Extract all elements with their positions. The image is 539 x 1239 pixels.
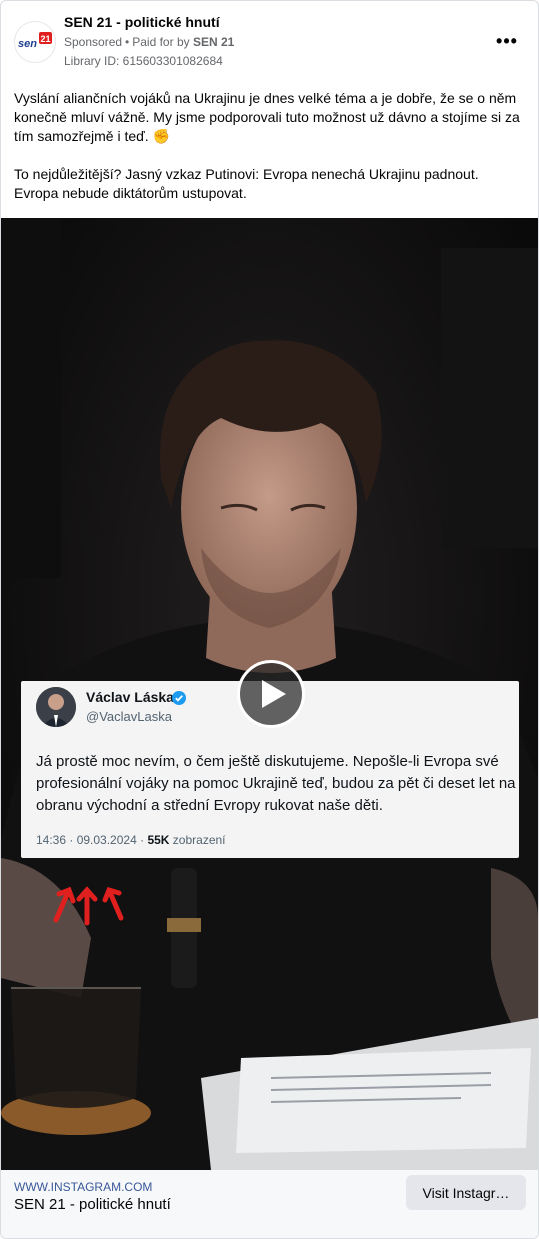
page-name-link[interactable]: SEN 21 - politické hnutí	[64, 14, 220, 30]
svg-text:21: 21	[41, 34, 51, 44]
post-body: Vyslání aliančních vojáků na Ukrajinu je…	[14, 89, 526, 222]
tweet-author-handle: @VaclavLaska	[86, 709, 172, 724]
video-media[interactable]: Václav Láska @VaclavLaska Já prostě moc …	[1, 218, 538, 1170]
paid-for-name: SEN 21	[192, 35, 235, 49]
more-options-button[interactable]: •••	[491, 29, 523, 53]
play-button[interactable]	[237, 660, 305, 728]
library-id: Library ID: 615603301082684	[64, 54, 223, 68]
page-avatar[interactable]: sen 21	[14, 21, 56, 63]
tweet-time: 14:36 · 09.03.2024 ·	[36, 833, 145, 847]
play-icon	[262, 680, 286, 708]
post-paragraph-1: Vyslání aliančních vojáků na Ukrajinu je…	[14, 90, 520, 144]
tweet-text: Já prostě moc nevím, o čem ještě diskutu…	[36, 753, 516, 814]
more-options-icon: •••	[496, 30, 518, 51]
tweet-author-avatar	[36, 687, 76, 727]
tweet-views-count: 55K	[147, 833, 170, 847]
tweet-views-label: zobrazení	[172, 833, 226, 847]
post-paragraph-2: To nejdůležitější? Jasný vzkaz Putinovi:…	[14, 166, 479, 201]
link-domain: WWW.INSTAGRAM.COM	[14, 1180, 153, 1194]
tweet-meta: 14:36 · 09.03.2024 · 55K zobrazení	[36, 833, 226, 847]
link-title[interactable]: SEN 21 - politické hnutí	[14, 1196, 171, 1213]
ad-card: sen 21 SEN 21 - politické hnutí Sponsore…	[0, 0, 539, 1239]
svg-text:sen: sen	[18, 38, 37, 50]
sen21-logo: sen 21	[15, 22, 55, 62]
tweet-author-name: Václav Láska	[86, 689, 174, 705]
sponsored-label: Sponsored	[64, 35, 123, 49]
link-footer[interactable]: WWW.INSTAGRAM.COM SEN 21 - politické hnu…	[1, 1170, 538, 1238]
paid-for-label: Paid for by	[132, 35, 190, 49]
sponsored-line: Sponsored • Paid for by SEN 21	[64, 35, 235, 49]
visit-instagram-button[interactable]: Visit Instagr…	[406, 1175, 526, 1210]
post-header: sen 21 SEN 21 - politické hnutí Sponsore…	[1, 1, 538, 81]
verified-badge-icon	[172, 691, 186, 705]
